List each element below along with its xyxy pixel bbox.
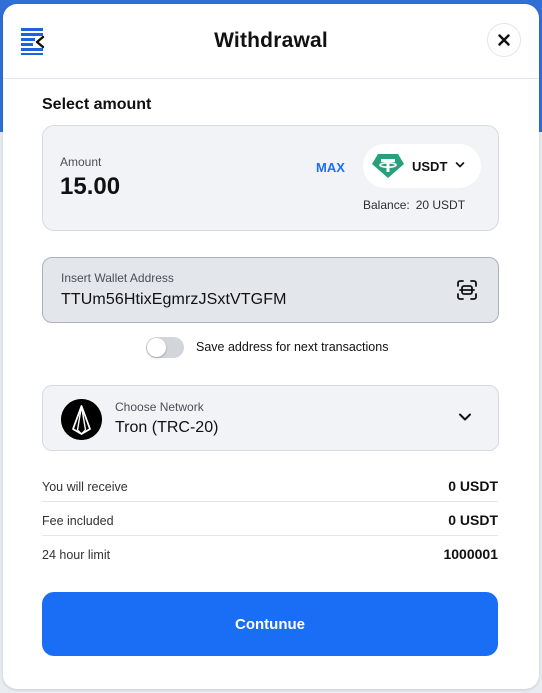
limit-row: 24 hour limit 1000001 xyxy=(42,542,498,570)
chevron-down-icon xyxy=(459,413,471,421)
modal-title: Withdrawal xyxy=(214,29,328,52)
close-button[interactable] xyxy=(487,23,521,57)
amount-input[interactable]: 15.00 xyxy=(60,173,120,201)
wallet-address-field[interactable]: Insert Wallet Address TTUm56HtixEgmrzJSx… xyxy=(42,257,499,323)
tron-icon xyxy=(61,399,102,440)
limit-value: 1000001 xyxy=(443,546,498,562)
row-divider xyxy=(42,535,498,536)
fee-label: Fee included xyxy=(42,514,114,528)
wallet-address-input[interactable]: TTUm56HtixEgmrzJSxtVTGFM xyxy=(61,291,287,309)
balance-value: 20 USDT xyxy=(415,198,466,212)
network-label: Choose Network xyxy=(115,400,204,414)
row-divider xyxy=(42,501,498,502)
network-selector[interactable]: Choose Network Tron (TRC-20) xyxy=(42,385,499,451)
wallet-address-label: Insert Wallet Address xyxy=(61,271,174,285)
select-amount-heading: Select amount xyxy=(42,96,152,113)
receive-row: You will receive 0 USDT xyxy=(42,474,498,502)
amount-card: Amount 15.00 MAX USDT Balance: 20 USDT xyxy=(42,125,499,231)
receive-value: 0 USDT xyxy=(448,478,498,494)
receive-label: You will receive xyxy=(42,480,128,494)
modal-header: Withdrawal xyxy=(3,4,539,79)
tether-icon xyxy=(372,154,404,178)
save-address-toggle[interactable] xyxy=(146,336,184,358)
currency-selector[interactable]: USDT xyxy=(363,144,481,188)
balance-text: Balance: 20 USDT xyxy=(363,198,465,212)
currency-label: USDT xyxy=(412,159,448,174)
balance-label: Balance: xyxy=(363,198,410,212)
fee-row: Fee included 0 USDT xyxy=(42,508,498,536)
network-value: Tron (TRC-20) xyxy=(115,419,219,436)
save-address-row: Save address for next transactions xyxy=(146,336,388,358)
scan-icon[interactable] xyxy=(455,278,479,302)
chevron-down-icon xyxy=(455,162,465,168)
withdrawal-modal: Withdrawal Select amount Amount 15.00 MA… xyxy=(3,4,539,689)
limit-label: 24 hour limit xyxy=(42,548,111,562)
amount-label: Amount xyxy=(60,155,102,169)
fee-value: 0 USDT xyxy=(448,512,498,528)
continue-button[interactable]: Contunue xyxy=(42,592,498,656)
save-address-label: Save address for next transactions xyxy=(196,340,389,354)
toggle-knob xyxy=(147,337,166,357)
max-button[interactable]: MAX xyxy=(316,160,345,175)
close-icon xyxy=(498,34,510,46)
